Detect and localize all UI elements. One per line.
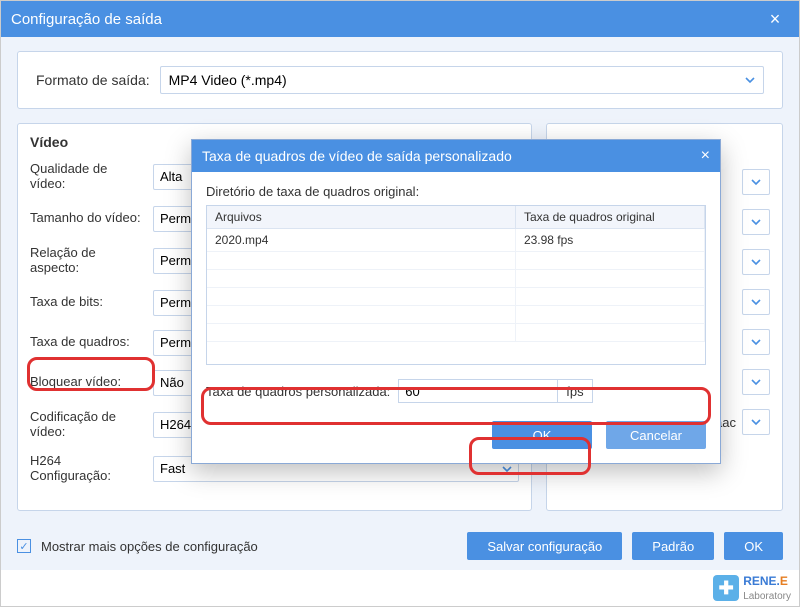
output-format-select[interactable]: MP4 Video (*.mp4) xyxy=(160,66,764,94)
dialog-titlebar: Taxa de quadros de vídeo de saída person… xyxy=(192,140,720,172)
default-button[interactable]: Padrão xyxy=(632,532,714,560)
save-config-button[interactable]: Salvar configuração xyxy=(467,532,622,560)
dialog-close-icon[interactable]: × xyxy=(701,147,710,165)
ok-button[interactable]: OK xyxy=(724,532,783,560)
close-icon[interactable]: × xyxy=(761,9,789,30)
cell-filename: 2020.mp4 xyxy=(207,229,515,252)
logo-rene: RENE. xyxy=(743,574,780,588)
audio-select-2[interactable] xyxy=(742,209,770,235)
chevron-down-icon xyxy=(502,464,512,474)
show-more-label: Mostrar mais opções de configuração xyxy=(41,539,457,554)
output-format-label: Formato de saída: xyxy=(36,72,150,88)
custom-fps-input[interactable] xyxy=(398,379,558,403)
dialog-cancel-button[interactable]: Cancelar xyxy=(606,421,706,449)
files-grid[interactable]: Arquivos Taxa de quadros original 2020.m… xyxy=(206,205,706,365)
encoding-label: Codificação de vídeo: xyxy=(30,410,145,440)
size-label: Tamanho do vídeo: xyxy=(30,211,145,226)
logo-cross-icon: ✚ xyxy=(713,575,739,601)
output-format-panel: Formato de saída: MP4 Video (*.mp4) xyxy=(17,51,783,109)
col-original-fps[interactable]: Taxa de quadros original xyxy=(515,206,704,229)
col-files[interactable]: Arquivos xyxy=(207,206,515,229)
framerate-label: Taxa de quadros: xyxy=(30,335,145,350)
brand-logo: ✚ RENE.E Laboratory xyxy=(713,574,791,602)
output-format-value: MP4 Video (*.mp4) xyxy=(169,72,287,88)
bitrate-label: Taxa de bits: xyxy=(30,295,145,310)
show-more-checkbox[interactable]: ✓ xyxy=(17,539,31,553)
original-fps-dir-label: Diretório de taxa de quadros original: xyxy=(206,184,706,199)
dialog-buttons: OK Cancelar xyxy=(206,421,706,449)
bottom-bar: ✓ Mostrar mais opções de configuração Sa… xyxy=(17,532,783,560)
chevron-down-icon xyxy=(745,75,755,85)
logo-e: E xyxy=(780,574,788,588)
audio-select-5[interactable] xyxy=(742,329,770,355)
logo-lab: Laboratory xyxy=(743,591,791,602)
custom-fps-row: Taxa de quadros personalizada: fps xyxy=(206,379,706,403)
window-title: Configuração de saída xyxy=(11,11,761,28)
fps-unit: fps xyxy=(558,379,592,403)
cell-fps: 23.98 fps xyxy=(515,229,704,252)
quality-label: Qualidade de vídeo: xyxy=(30,162,145,192)
table-row[interactable]: 2020.mp4 23.98 fps xyxy=(207,229,705,252)
audio-encoding-select[interactable] xyxy=(742,409,770,435)
audio-select-4[interactable] xyxy=(742,289,770,315)
custom-framerate-dialog: Taxa de quadros de vídeo de saída person… xyxy=(191,139,721,464)
dialog-title: Taxa de quadros de vídeo de saída person… xyxy=(202,148,701,164)
dialog-body: Diretório de taxa de quadros original: A… xyxy=(192,172,720,463)
dialog-ok-button[interactable]: OK xyxy=(492,421,592,449)
custom-fps-label: Taxa de quadros personalizada: xyxy=(206,384,390,399)
audio-select-1[interactable] xyxy=(742,169,770,195)
audio-select-6[interactable] xyxy=(742,369,770,395)
aspect-label: Relação de aspecto: xyxy=(30,246,145,276)
lock-label: Bloquear vídeo: xyxy=(30,375,145,390)
h264cfg-label: H264 Configuração: xyxy=(30,454,145,484)
main-titlebar: Configuração de saída × xyxy=(1,1,799,37)
audio-select-3[interactable] xyxy=(742,249,770,275)
